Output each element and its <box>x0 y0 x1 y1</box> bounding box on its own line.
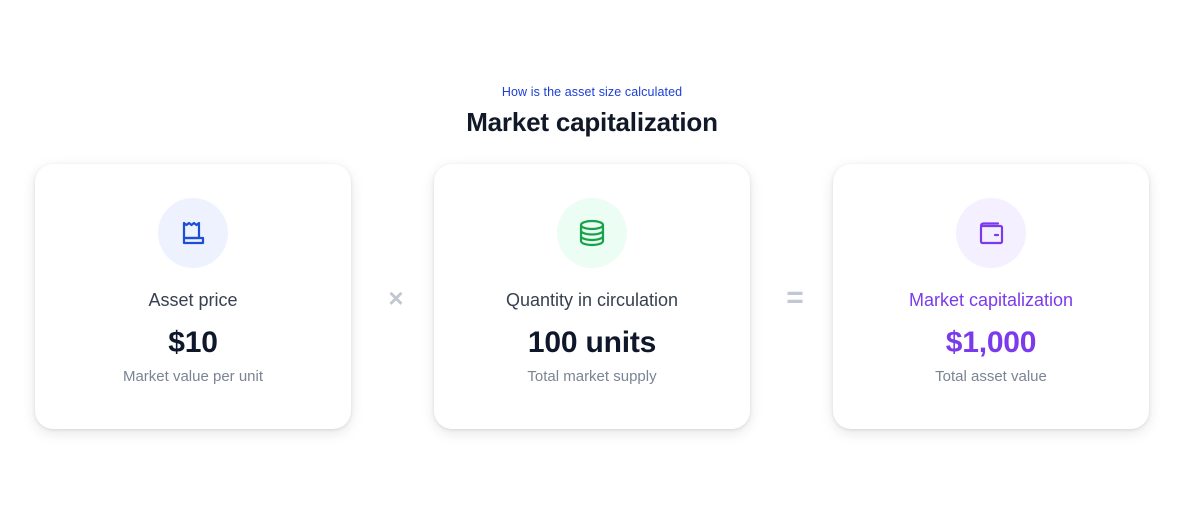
page-title: Market capitalization <box>466 107 718 137</box>
equals-operator: = <box>786 281 804 314</box>
header: How is the asset size calculated Market … <box>0 84 1184 139</box>
market-cap-subtext: Total asset value <box>935 368 1047 385</box>
asset-price-subtext: Market value per unit <box>122 368 264 385</box>
quantity-value: 100 units <box>527 326 657 359</box>
market-cap-label: Market capitalization <box>908 290 1074 310</box>
quantity-icon-badge <box>557 198 627 268</box>
quantity-label: Quantity in circulation <box>505 290 679 310</box>
receipt-icon <box>182 221 205 245</box>
asset-price-value: $10 <box>168 326 218 359</box>
asset-price-label: Asset price <box>148 290 238 310</box>
asset-price-icon-badge <box>158 198 228 268</box>
quantity-subtext: Total market supply <box>527 368 657 385</box>
asset-price-card: Asset price $10 Market value per unit <box>35 164 351 429</box>
multiply-operator: × <box>388 283 404 313</box>
eyebrow-text: How is the asset size calculated <box>501 85 683 99</box>
market-cap-value: $1,000 <box>945 326 1037 359</box>
database-icon <box>579 219 605 247</box>
market-cap-card: Market capitalization $1,000 Total asset… <box>833 164 1149 429</box>
quantity-card: Quantity in circulation 100 units Total … <box>434 164 750 429</box>
wallet-icon <box>979 222 1004 245</box>
market-cap-icon-badge <box>956 198 1026 268</box>
